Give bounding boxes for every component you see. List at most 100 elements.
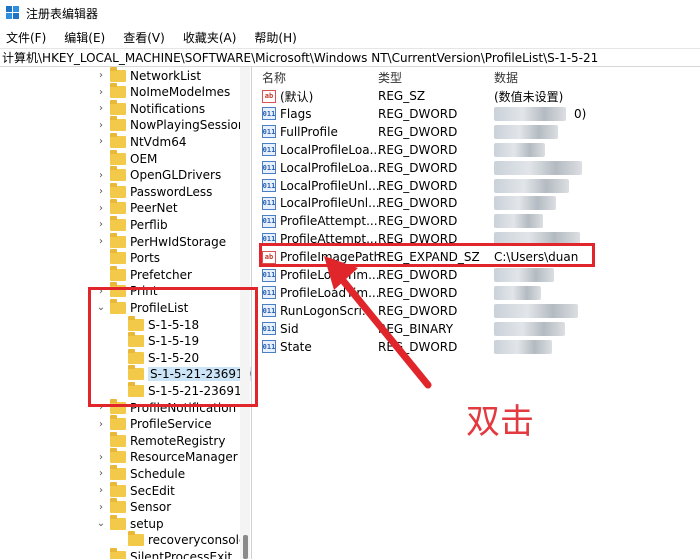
chevron-right-icon[interactable]: › — [96, 103, 106, 114]
chevron-right-icon[interactable]: › — [96, 136, 106, 147]
chevron-right-icon[interactable]: › — [96, 286, 106, 297]
chevron-right-icon[interactable]: › — [96, 170, 106, 181]
folder-icon — [110, 232, 126, 248]
tree-item[interactable]: › ResourceManager — [96, 448, 238, 466]
value-row[interactable]: 011 Flags REG_DWORD 0) — [262, 105, 692, 123]
chevron-right-icon[interactable]: › — [96, 468, 106, 479]
tree-item[interactable]: › OpenGLDrivers — [96, 166, 221, 184]
chevron-right-icon[interactable]: › — [96, 219, 106, 230]
tree-item[interactable]: › Print — [96, 282, 158, 300]
chevron-right-icon[interactable]: › — [96, 452, 106, 463]
folder-icon — [110, 265, 126, 281]
folder-icon — [110, 514, 126, 530]
column-name[interactable]: 名称 — [262, 69, 286, 86]
value-type: REG_SZ — [378, 89, 426, 103]
tree-item[interactable]: › PeerNet — [96, 199, 178, 217]
column-data[interactable]: 数据 — [494, 69, 518, 86]
tree-item-label: ResourceManager — [130, 450, 238, 465]
tree-item[interactable]: › ProfileService — [96, 415, 212, 433]
tree-item[interactable]: Prefetcher — [96, 265, 192, 283]
folder-icon — [110, 298, 126, 314]
tree-item[interactable]: › PerHwIdStorage — [96, 232, 226, 250]
tree-item[interactable]: › ProfileNotification — [96, 398, 236, 416]
tree-item-label: Notifications — [130, 101, 206, 116]
tree-item[interactable]: › PasswordLess — [96, 182, 212, 200]
tree-item-label: NoImeModelmes — [130, 85, 231, 100]
address-bar[interactable]: 计算机\HKEY_LOCAL_MACHINE\SOFTWARE\Microsof… — [0, 48, 700, 67]
chevron-right-icon[interactable]: › — [96, 87, 106, 98]
tree-item[interactable]: Ports — [96, 249, 160, 267]
value-row[interactable]: 011 ProfileAttempt... REG_DWORD — [262, 230, 692, 248]
value-row[interactable]: 011 LocalProfileLoa... REG_DWORD — [262, 159, 692, 177]
tree-item-label: Sensor — [130, 500, 172, 515]
menu-view[interactable]: 查看(V) — [123, 29, 165, 46]
value-row[interactable]: ab (默认) REG_SZ (数值未设置) — [262, 87, 692, 105]
tree-item[interactable]: › Perflib — [96, 215, 168, 233]
value-row[interactable]: 011 RunLogonScri... REG_DWORD — [262, 302, 692, 320]
tree-scrollbar[interactable] — [240, 67, 250, 559]
tree-item[interactable]: OEM — [96, 149, 157, 167]
tree-item[interactable]: RemoteRegistry — [96, 431, 226, 449]
value-row[interactable]: 011 LocalProfileUnl... REG_DWORD — [262, 194, 692, 212]
tree-item[interactable]: › Notifications — [96, 99, 206, 117]
value-row[interactable]: 011 FullProfile REG_DWORD — [262, 123, 692, 141]
value-row[interactable]: 011 State REG_DWORD — [262, 338, 692, 356]
chevron-down-icon[interactable]: ⌄ — [96, 302, 106, 313]
tree-item[interactable]: › NowPlayingSessionI — [96, 116, 249, 134]
value-row[interactable]: 011 LocalProfileLoa... REG_DWORD — [262, 141, 692, 159]
value-row[interactable]: 011 Sid REG_BINARY — [262, 320, 692, 338]
tree-item[interactable]: S-1-5-20 — [114, 348, 199, 366]
folder-icon — [110, 282, 126, 298]
chevron-right-icon[interactable]: › — [96, 70, 106, 81]
tree-item[interactable]: S-1-5-21-236910 — [114, 365, 251, 383]
value-name: ProfileLoadTim... — [280, 268, 380, 282]
value-name: ProfileAttempt... — [280, 214, 378, 229]
tree-item[interactable]: recoveryconsole — [114, 531, 246, 549]
tree-item[interactable]: ⌄ ProfileList — [96, 298, 188, 316]
folder-icon — [110, 67, 126, 82]
value-type: REG_DWORD — [378, 285, 458, 300]
menu-help[interactable]: 帮助(H) — [254, 29, 296, 46]
chevron-right-icon[interactable]: › — [96, 485, 106, 496]
value-row[interactable]: 011 LocalProfileUnl... REG_DWORD — [262, 177, 692, 195]
values-list: 名称 类型 数据 ab (默认) REG_SZ (数值未设置) 011 Flags REG_… — [256, 67, 700, 559]
menu-edit[interactable]: 编辑(E) — [64, 29, 105, 46]
tree-item[interactable]: SilentProcessExit — [96, 547, 232, 559]
chevron-right-icon[interactable]: › — [96, 186, 106, 197]
dword-value-icon: 011 — [262, 161, 276, 175]
chevron-right-icon[interactable]: › — [96, 419, 106, 430]
menu-favorites[interactable]: 收藏夹(A) — [183, 29, 237, 46]
chevron-right-icon[interactable]: › — [96, 120, 106, 131]
tree-item[interactable]: › NtVdm64 — [96, 132, 186, 150]
value-row[interactable]: 011 ProfileAttempt... REG_DWORD — [262, 212, 692, 230]
value-row[interactable]: ab ProfileImagePath REG_EXPAND_SZ C:\Users\… — [262, 248, 692, 266]
tree-item[interactable]: › SecEdit — [96, 481, 175, 499]
chevron-right-icon[interactable]: › — [96, 236, 106, 247]
folder-icon — [110, 116, 126, 132]
folder-icon — [110, 215, 126, 231]
tree-item[interactable]: S-1-5-21-236910 — [114, 381, 249, 399]
redacted-data — [494, 124, 558, 139]
tree-item[interactable]: › Sensor — [96, 498, 172, 516]
scrollbar-thumb[interactable] — [243, 535, 248, 559]
double-click-annotation: 双击 — [466, 402, 534, 442]
tree-item[interactable]: › NoImeModelmes — [96, 83, 231, 101]
value-type: REG_DWORD — [378, 232, 458, 247]
tree-item[interactable]: S-1-5-18 — [114, 315, 199, 333]
chevron-right-icon[interactable]: › — [96, 402, 106, 413]
chevron-right-icon[interactable]: › — [96, 203, 106, 214]
folder-icon — [110, 498, 126, 514]
tree-item[interactable]: › NetworkList — [96, 67, 201, 84]
column-type[interactable]: 类型 — [378, 69, 402, 86]
menu-file[interactable]: 文件(F) — [6, 29, 46, 46]
chevron-right-icon[interactable]: › — [96, 502, 106, 513]
chevron-down-icon[interactable]: ⌄ — [96, 518, 106, 529]
tree-item[interactable]: S-1-5-19 — [114, 332, 199, 350]
value-name: LocalProfileLoa... — [280, 142, 382, 157]
value-row[interactable]: 011 ProfileLoadTim... REG_DWORD — [262, 284, 692, 302]
value-row[interactable]: 011 ProfileLoadTim... REG_DWORD — [262, 266, 692, 284]
tree-item[interactable]: ⌄ setup — [96, 514, 164, 532]
dword-value-icon: 011 — [262, 232, 276, 246]
tree-item-label: RemoteRegistry — [130, 433, 226, 448]
tree-item[interactable]: › Schedule — [96, 464, 185, 482]
